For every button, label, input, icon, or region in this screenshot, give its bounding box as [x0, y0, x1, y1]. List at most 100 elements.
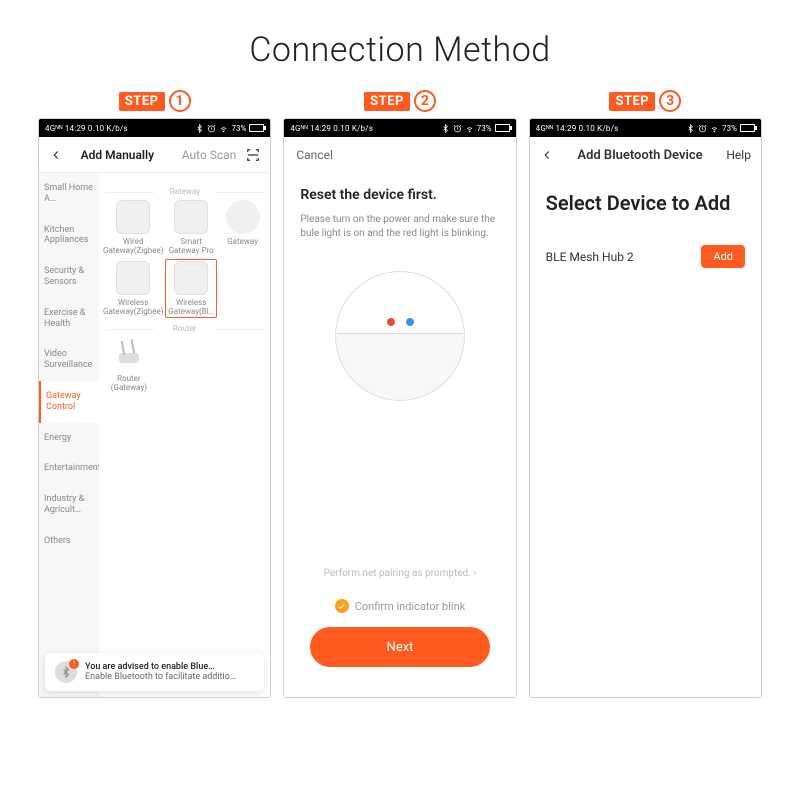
screen3-title: Add Bluetooth Device [577, 148, 702, 163]
next-button[interactable]: Next [310, 627, 489, 667]
wifi-icon [710, 124, 719, 133]
step-badge-3: STEP 3 [609, 90, 681, 112]
bluetooth-icon [441, 124, 450, 133]
status-left: 4Gᴺᴺ 14:29 0.10 K/b/s [290, 124, 373, 133]
header-bar: Cancel [284, 137, 515, 173]
device-label: Router (Gateway) [103, 374, 155, 392]
scan-icon[interactable] [246, 148, 260, 162]
phone-screen-2: 4Gᴺᴺ 14:29 0.10 K/b/s 73% Cancel Reset t… [283, 118, 516, 698]
device-label: Smart Gateway Pro [167, 237, 214, 255]
sidebar-item[interactable]: Security & Sensors [39, 256, 99, 298]
status-left: 4Gᴺᴺ 14:29 0.10 K/b/s [45, 124, 128, 133]
battery-icon [249, 124, 264, 132]
sidebar-item[interactable]: Energy [39, 423, 99, 454]
device-router-gateway[interactable]: Router (Gateway) [103, 337, 155, 392]
sidebar-item[interactable]: Others [39, 526, 99, 557]
section-router: Router [103, 324, 266, 333]
screen3-header: Add Bluetooth Device Help [530, 137, 761, 173]
wifi-icon [465, 124, 474, 133]
bluetooth-icon [195, 124, 204, 133]
status-bar: 4Gᴺᴺ 14:29 0.10 K/b/s 73% [39, 119, 270, 137]
add-button[interactable]: Add [701, 245, 745, 268]
screen2-body: Reset the device first. Please turn on t… [284, 173, 515, 697]
toast-sub: Enable Bluetooth to facilitate additio… [85, 672, 236, 682]
step-number: 2 [414, 90, 436, 112]
bluetooth-toast[interactable]: ! You are advised to enable Blue… Enable… [45, 653, 264, 691]
category-sidebar: Small Home A… Kitchen Appliances Securit… [39, 173, 99, 697]
confirm-indicator[interactable]: Confirm indicator blink [300, 599, 499, 613]
bluetooth-icon: ! [55, 661, 77, 683]
step-number: 1 [169, 90, 191, 112]
back-button[interactable] [540, 148, 554, 162]
step-label: STEP [119, 92, 165, 111]
battery-pct: 73% [231, 124, 246, 133]
device-row: BLE Mesh Hub 2 Add [546, 245, 745, 268]
step-label: STEP [364, 92, 410, 111]
step-badge-2: STEP 2 [364, 90, 436, 112]
status-right: 73% [441, 124, 510, 133]
status-right: 73% [686, 124, 755, 133]
device-label: Wired Gateway(Zigbee) [103, 237, 163, 255]
select-heading: Select Device to Add [546, 191, 745, 215]
alert-badge: ! [69, 659, 79, 669]
toast-title: You are advised to enable Blue… [85, 662, 236, 672]
step-label: STEP [609, 92, 655, 111]
tab-auto-scan[interactable]: Auto Scan [182, 148, 237, 162]
page-title: Connection Method [0, 0, 800, 90]
sidebar-item[interactable]: Small Home A… [39, 173, 99, 215]
step-number: 3 [659, 90, 681, 112]
device-gateway[interactable]: Gateway [219, 200, 266, 255]
status-bar: 4Gᴺᴺ 14:29 0.10 K/b/s 73% [284, 119, 515, 137]
back-button[interactable] [49, 148, 65, 162]
section-gateway: Gateway [103, 187, 266, 196]
device-label: Gateway [227, 237, 258, 246]
steps-row: STEP 1 4Gᴺᴺ 14:29 0.10 K/b/s 73% Add Man… [0, 90, 800, 728]
device-wireless-gateway-ble[interactable]: Wireless Gateway(Bl… [167, 261, 214, 316]
red-indicator [387, 318, 395, 326]
status-right: 73% [195, 124, 264, 133]
alarm-icon [207, 124, 216, 133]
tab-add-manually[interactable]: Add Manually [65, 148, 170, 162]
wifi-icon [219, 124, 228, 133]
status-bar: 4Gᴺᴺ 14:29 0.10 K/b/s 73% [530, 119, 761, 137]
screen3-body: Select Device to Add BLE Mesh Hub 2 Add [530, 173, 761, 697]
step-badge-1: STEP 1 [119, 90, 191, 112]
battery-icon [495, 124, 510, 132]
check-icon [335, 599, 349, 613]
device-wireless-gateway-zigbee[interactable]: Wireless Gateway(Zigbee) [103, 261, 163, 316]
device-illustration [300, 261, 499, 552]
blue-indicator [406, 318, 414, 326]
device-label: Wireless Gateway(Zigbee) [103, 298, 163, 316]
device-label: Wireless Gateway(Bl… [167, 298, 214, 316]
alarm-icon [453, 124, 462, 133]
sidebar-item-gateway-control[interactable]: Gateway Control [39, 381, 99, 423]
status-left: 4Gᴺᴺ 14:29 0.10 K/b/s [536, 124, 619, 133]
reset-description: Please turn on the power and make sure t… [300, 213, 499, 241]
help-link[interactable]: Help [726, 148, 751, 162]
device-smart-gateway-pro[interactable]: Smart Gateway Pro [167, 200, 214, 255]
confirm-label: Confirm indicator blink [355, 600, 465, 613]
battery-icon [740, 124, 755, 132]
reset-heading: Reset the device first. [300, 187, 499, 203]
screen1-body: Small Home A… Kitchen Appliances Securit… [39, 173, 270, 697]
bluetooth-icon [686, 124, 695, 133]
alarm-icon [698, 124, 707, 133]
phone-screen-1: 4Gᴺᴺ 14:29 0.10 K/b/s 73% Add Manually A… [38, 118, 271, 698]
step-3: STEP 3 4Gᴺᴺ 14:29 0.10 K/b/s 73% Add Blu… [529, 90, 762, 698]
screen1-header: Add Manually Auto Scan [39, 137, 270, 173]
device-wired-gateway[interactable]: Wired Gateway(Zigbee) [103, 200, 163, 255]
sidebar-item[interactable]: Video Surveillance [39, 339, 99, 381]
step-2: STEP 2 4Gᴺᴺ 14:29 0.10 K/b/s 73% Cancel … [283, 90, 516, 698]
sidebar-item[interactable]: Exercise & Health [39, 298, 99, 340]
device-grid: Gateway Wired Gateway(Zigbee) Smart Gate… [99, 173, 270, 697]
sidebar-item[interactable]: Entertainment [39, 453, 99, 484]
device-name: BLE Mesh Hub 2 [546, 250, 634, 264]
battery-pct: 73% [722, 124, 737, 133]
phone-screen-3: 4Gᴺᴺ 14:29 0.10 K/b/s 73% Add Bluetooth … [529, 118, 762, 698]
sidebar-item[interactable]: Kitchen Appliances [39, 215, 99, 257]
step-1: STEP 1 4Gᴺᴺ 14:29 0.10 K/b/s 73% Add Man… [38, 90, 271, 698]
sidebar-item[interactable]: Industry & Agricult… [39, 484, 99, 526]
cancel-button[interactable]: Cancel [296, 148, 333, 162]
pairing-prompt[interactable]: Perform net pairing as prompted. › [300, 568, 499, 579]
battery-pct: 73% [477, 124, 492, 133]
